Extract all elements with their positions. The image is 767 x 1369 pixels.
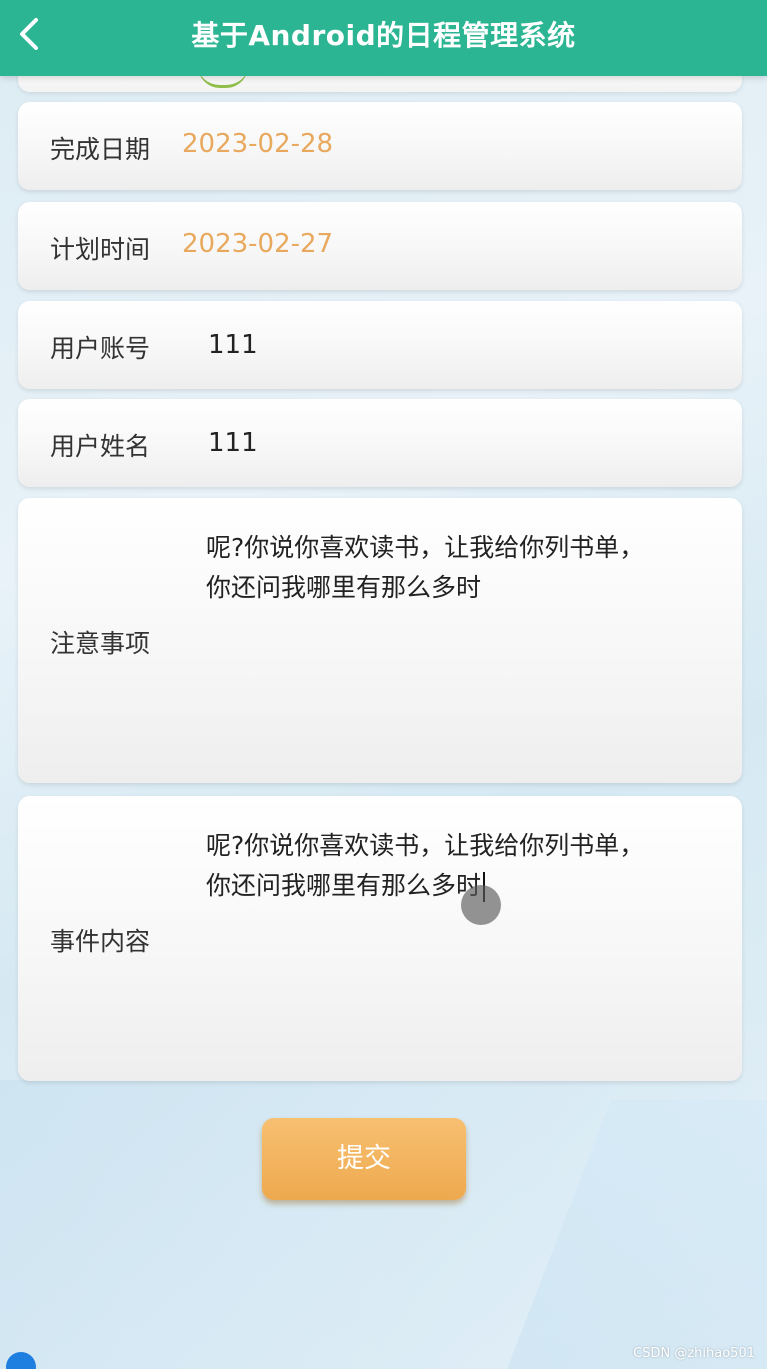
event-content-text: 你还问我哪里有那么多时 xyxy=(206,871,482,900)
event-content-text-line: 你还问我哪里有那么多时 xyxy=(206,866,706,906)
user-name-row[interactable]: 用户姓名 111 xyxy=(18,399,742,487)
user-name-value[interactable]: 111 xyxy=(208,428,258,458)
plan-time-row[interactable]: 计划时间 2023-02-27 xyxy=(18,202,742,290)
field-label: 用户账号 xyxy=(50,334,151,363)
field-label: 注意事项 xyxy=(50,629,151,658)
plan-time-value[interactable]: 2023-02-27 xyxy=(182,229,333,259)
touch-indicator xyxy=(461,885,501,925)
field-label: 事件内容 xyxy=(50,927,151,956)
watermark: CSDN @zhihao501 xyxy=(633,1346,755,1361)
notes-row: 注意事项 呢?你说你喜欢读书，让我给你列书单， 你还问我哪里有那么多时 xyxy=(18,498,742,783)
notes-textarea[interactable]: 呢?你说你喜欢读书，让我给你列书单， 你还问我哪里有那么多时 xyxy=(206,528,706,608)
user-account-row[interactable]: 用户账号 111 xyxy=(18,301,742,389)
app-header: 基于Android的日程管理系统 xyxy=(0,0,767,76)
event-content-row: 事件内容 呢?你说你喜欢读书，让我给你列书单， 你还问我哪里有那么多时 xyxy=(18,796,742,1081)
page-title: 基于Android的日程管理系统 xyxy=(191,19,576,52)
submit-button[interactable]: 提交 xyxy=(262,1118,466,1200)
notes-text-line: 呢?你说你喜欢读书，让我给你列书单， xyxy=(206,533,645,562)
event-content-textarea[interactable]: 呢?你说你喜欢读书，让我给你列书单， 你还问我哪里有那么多时 xyxy=(206,826,706,906)
field-label: 计划时间 xyxy=(50,235,151,264)
field-label: 用户姓名 xyxy=(50,432,151,461)
notes-text-line: 你还问我哪里有那么多时 xyxy=(206,573,482,602)
field-label: 完成日期 xyxy=(50,135,151,164)
completion-date-value[interactable]: 2023-02-28 xyxy=(182,129,333,159)
completion-date-row[interactable]: 完成日期 2023-02-28 xyxy=(18,102,742,190)
event-content-text-line: 呢?你说你喜欢读书，让我给你列书单， xyxy=(206,831,645,860)
user-account-value[interactable]: 111 xyxy=(208,330,258,360)
